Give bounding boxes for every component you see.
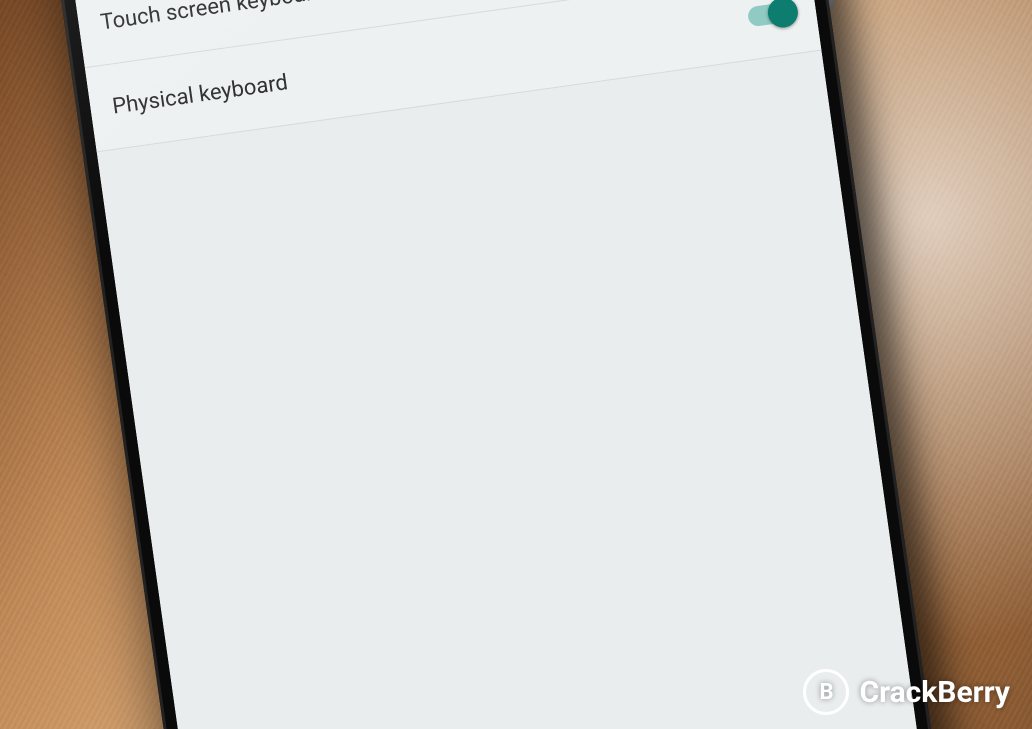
row-label: Physical keyboard xyxy=(111,70,290,119)
phone-body: BlackBerry ✉ ↻ ▣ # ✆ in ✦ xyxy=(13,0,947,729)
row-label: Touch screen keyboard xyxy=(99,0,327,35)
phone-bezel: BlackBerry ✉ ↻ ▣ # ✆ in ✦ xyxy=(29,0,931,729)
toggle-physical-keyboard[interactable] xyxy=(747,1,795,27)
photo-scene: BlackBerry ✉ ↻ ▣ # ✆ in ✦ xyxy=(0,0,1032,729)
android-screen: ✉ ↻ ▣ # ✆ in ✦ ᚼ ✕ 🔕 ⏰ xyxy=(41,0,931,729)
volume-down-button[interactable] xyxy=(822,0,835,9)
watermark-text: CrackBerry xyxy=(859,675,1010,710)
phone-wrap: BlackBerry ✉ ↻ ▣ # ✆ in ✦ xyxy=(13,0,947,729)
watermark: B CrackBerry xyxy=(803,669,1010,715)
settings-content: With this feature, you can type quickly … xyxy=(59,0,821,152)
crackberry-badge-icon: B xyxy=(803,669,849,715)
